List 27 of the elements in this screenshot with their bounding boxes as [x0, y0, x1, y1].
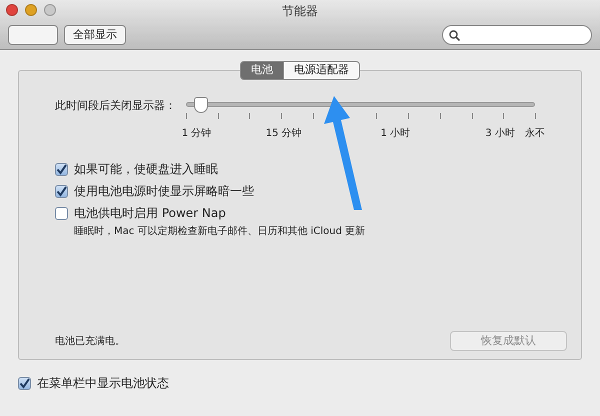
- search-icon: [449, 30, 460, 40]
- checkbox-label: 在菜单栏中显示电池状态: [37, 375, 169, 392]
- close-button[interactable]: [6, 4, 18, 16]
- checkbox-label: 如果可能，使硬盘进入睡眠: [74, 161, 218, 178]
- tick-label: 3 小时: [485, 126, 515, 141]
- checkbox[interactable]: [55, 206, 68, 220]
- zoom-button[interactable]: [44, 4, 56, 16]
- window-title: 节能器: [282, 3, 318, 20]
- tick-label: 1 分钟: [182, 126, 212, 141]
- slider-label: 此时间段后关闭显示器：: [55, 98, 176, 114]
- checkbox[interactable]: [55, 184, 68, 198]
- tick-label: 永不: [525, 126, 545, 141]
- search-field[interactable]: [442, 25, 592, 45]
- checkbox[interactable]: [55, 162, 68, 176]
- tick-label: 1 小时: [380, 126, 410, 141]
- minimize-button[interactable]: [25, 4, 37, 16]
- navigation-button[interactable]: [8, 25, 58, 45]
- slider-thumb[interactable]: [194, 97, 208, 113]
- battery-status-text: 电池已充满电。: [55, 334, 125, 348]
- checkbox-label: 使用电池电源时使显示屏略暗一些: [74, 183, 254, 200]
- show-all-button[interactable]: 全部显示: [64, 25, 126, 45]
- checkbox[interactable]: [18, 376, 31, 390]
- tick-label: 15 分钟: [266, 126, 302, 141]
- tab[interactable]: 电池: [240, 61, 284, 80]
- tab[interactable]: 电源适配器: [283, 61, 360, 80]
- option-description: 睡眠时，Mac 可以定期检查新电子邮件、日历和其他 iCloud 更新: [74, 224, 366, 239]
- checkbox-label: 电池供电时启用 Power Nap: [74, 205, 226, 222]
